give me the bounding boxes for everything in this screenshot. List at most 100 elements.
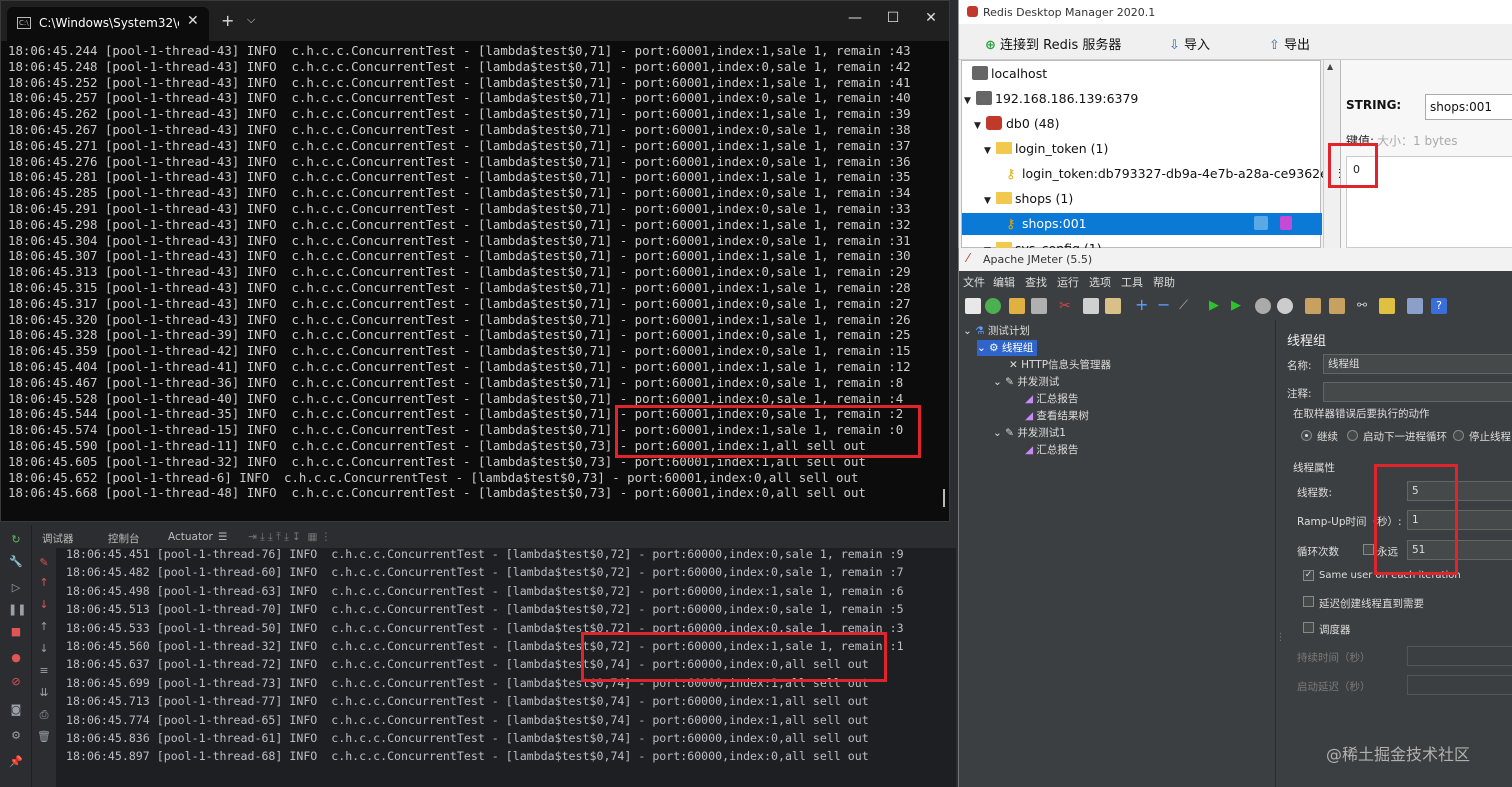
pin-icon[interactable]: 📌 [8,755,24,768]
menu-icon[interactable]: ☰ [218,531,227,543]
collapse-icon[interactable]: ⌄ [963,325,972,337]
collapse-icon[interactable]: ⌄ [977,342,986,354]
menu-help[interactable]: 帮助 [1153,274,1175,290]
pause-icon[interactable]: ❚❚ [8,603,26,616]
tree-key-shops-001[interactable]: ⚷ shops:001 [962,213,1322,235]
collapse-all-icon[interactable]: − [1157,297,1173,314]
new-tab-icon[interactable]: + [221,11,234,30]
export-button[interactable]: ⇧ 导出 [1269,34,1310,53]
maximize-icon[interactable]: ☐ [883,10,903,26]
new-icon[interactable] [965,298,981,314]
radio-next-loop[interactable] [1347,430,1358,441]
tree-header-manager[interactable]: ✕ HTTP信息头管理器 [1009,357,1111,373]
settings-icon[interactable]: ⚙ [8,729,24,742]
tab-debugger[interactable]: 调试器 [42,531,74,546]
tree-server[interactable]: ▼ 192.168.186.139:6379 [962,88,1322,110]
expand-all-icon[interactable]: + [1135,297,1151,314]
paste-icon[interactable] [1105,298,1121,314]
down-arrow-icon[interactable]: ↓ [36,598,52,611]
toggle-icon[interactable]: ⟋ [1179,298,1195,314]
expand-icon[interactable]: ▼ [974,115,986,137]
cmd-tab[interactable]: C:\ C:\Windows\System32\cmd.e ✕ [7,7,209,41]
menu-options[interactable]: 选项 [1089,274,1111,290]
scheduler-checkbox[interactable] [1303,622,1314,633]
tree-results-tree[interactable]: ◢ 查看结果树 [1025,408,1089,424]
clear-all-icon[interactable] [1329,298,1345,314]
forever-checkbox[interactable] [1363,544,1374,555]
radio-continue[interactable] [1301,430,1312,441]
templates-icon[interactable] [985,298,1001,314]
menu-tools[interactable]: 工具 [1121,274,1143,290]
tree-summary-report-1[interactable]: ◢ 汇总报告 [1025,442,1078,458]
stop-icon[interactable]: ■ [8,625,24,638]
trash-icon[interactable]: 🗑 [36,730,52,743]
same-user-checkbox[interactable]: ✓ [1303,570,1314,581]
wrench-icon[interactable]: 🔧 [8,555,24,568]
expand-icon[interactable]: ▼ [984,140,996,162]
clear-icon[interactable] [1305,298,1321,314]
tree-folder-login-token[interactable]: ▼ login_token (1) [962,138,1322,160]
tree-test-plan[interactable]: ⌄ ⚗ 测试计划 [963,323,1030,339]
search-icon[interactable]: ⚯ [1357,298,1373,314]
startup-delay-input[interactable] [1407,675,1512,695]
chevron-down-icon[interactable]: ⌵ [247,13,255,27]
connect-button[interactable]: ⊕ 连接到 Redis 服务器 [985,34,1121,53]
scroll-up-icon[interactable]: ↑ [36,620,52,633]
comment-input[interactable] [1323,382,1512,402]
reload-icon[interactable] [1254,216,1268,230]
tree-concurrent[interactable]: ⌄ ✎ 并发测试 [993,374,1059,390]
tree-folder-shops[interactable]: ▼ shops (1) [962,188,1322,210]
open-icon[interactable] [1009,298,1025,314]
expand-icon[interactable]: ▼ [964,90,976,112]
scroll-down-icon[interactable]: ↓ [36,642,52,655]
soft-wrap-icon[interactable]: ≡ [36,664,52,677]
close-tab-icon[interactable]: ✕ [187,13,199,29]
scroll-up-icon[interactable]: ▲ [1327,62,1333,71]
tree-summary-report[interactable]: ◢ 汇总报告 [1025,391,1078,407]
up-arrow-icon[interactable]: ↑ [36,576,52,589]
resume-icon[interactable]: ▷ [8,581,24,594]
tree-localhost[interactable]: localhost [962,63,1322,85]
camera-icon[interactable]: ◙ [8,703,24,716]
breakpoints-icon[interactable]: ● [8,651,24,664]
rerun-icon[interactable]: ↻ [8,533,24,546]
tree-key-login-token[interactable]: ⚷ login_token:db793327-db9a-4e7b-a28a-ce9… [962,163,1367,185]
stop-icon[interactable] [1255,298,1271,314]
start-no-pauses-icon[interactable]: ▶ [1231,298,1247,314]
menu-search[interactable]: 查找 [1025,274,1047,290]
collapse-icon[interactable]: ⌄ [993,427,1002,439]
tree-db0[interactable]: ▼ db0 (48) [962,113,1322,135]
tab-actuator[interactable]: Actuator [168,531,213,543]
radio-stop-thread[interactable] [1453,430,1464,441]
function-helper-icon[interactable] [1407,298,1423,314]
clear-icon[interactable]: ✎ [36,556,52,569]
menu-run[interactable]: 运行 [1057,274,1079,290]
minimize-icon[interactable]: — [845,10,865,26]
name-input[interactable]: 线程组 [1323,354,1512,374]
mute-breakpoints-icon[interactable]: ⊘ [8,675,24,688]
key-name-input[interactable]: shops:001 [1425,94,1512,120]
copy-icon[interactable] [1083,298,1099,314]
tree-thread-group[interactable]: ⌄ ⚙ 线程组 [977,340,1038,356]
shutdown-icon[interactable] [1277,298,1293,314]
delay-create-checkbox[interactable] [1303,596,1314,607]
duration-input[interactable] [1407,646,1512,666]
collapse-icon[interactable]: ⌄ [993,376,1002,388]
help-icon[interactable]: ? [1431,298,1447,314]
print-icon[interactable]: ⎙ [36,708,52,722]
scrollbar[interactable] [943,489,945,507]
tree-concurrent1[interactable]: ⌄ ✎ 并发测试1 [993,425,1066,441]
step-toolbar-icons[interactable]: ⇥ ⤓ ⤓ ⤒ ⤓ ↧ ▦ ⋮ [248,531,331,544]
import-button[interactable]: ⇩ 导入 [1169,34,1210,53]
reset-search-icon[interactable] [1379,298,1395,314]
close-icon[interactable]: ✕ [921,10,941,26]
start-icon[interactable]: ▶ [1209,298,1225,314]
expand-icon[interactable]: ▼ [984,190,996,212]
delete-icon[interactable] [1280,216,1292,230]
save-icon[interactable] [1031,298,1047,314]
cut-icon[interactable]: ✂ [1059,298,1075,314]
tab-console[interactable]: 控制台 [108,531,140,546]
menu-edit[interactable]: 编辑 [993,274,1015,290]
menu-file[interactable]: 文件 [963,274,985,290]
scroll-end-icon[interactable]: ⇊ [36,686,52,699]
